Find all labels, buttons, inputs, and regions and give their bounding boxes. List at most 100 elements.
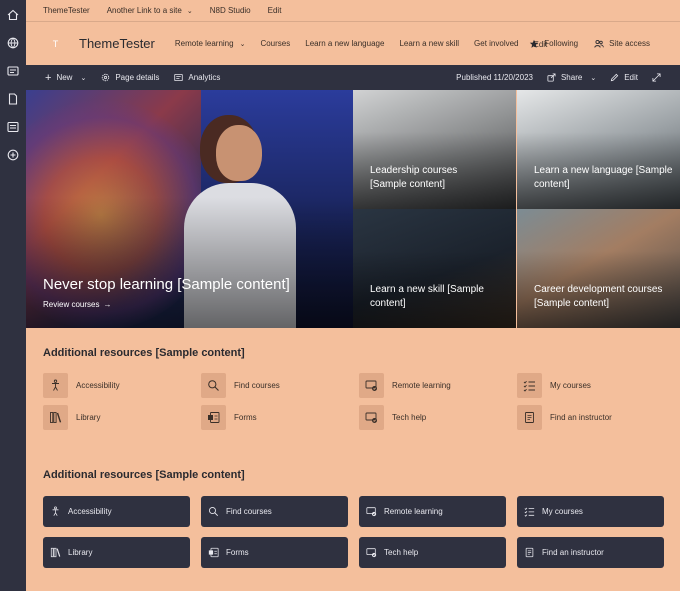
hero-tile-title: Learn a new skill [Sample content] (370, 284, 484, 309)
search-icon (201, 373, 226, 398)
hero-tile-title: Career development courses [Sample conte… (534, 284, 663, 309)
forms-icon (208, 547, 219, 558)
quick-link-find-instructor[interactable]: Find an instructor (517, 405, 612, 430)
command-bar: + New ⌄ Page details Analytics Published… (26, 65, 680, 90)
list-icon[interactable] (5, 119, 21, 135)
quick-link-remote-learning[interactable]: Remote learning (359, 373, 451, 398)
quick-link-button-my-courses[interactable]: My courses (517, 496, 664, 527)
chevron-down-icon: ⌄ (239, 40, 246, 48)
hub-item-label: Edit (267, 6, 282, 15)
page-details-label: Page details (115, 73, 160, 82)
site-access-button[interactable]: Site access (594, 39, 650, 49)
hero-main-title: Never stop learning [Sample content] (43, 276, 290, 293)
site-actions: Following Site access (529, 22, 650, 65)
new-button[interactable]: + New ⌄ (45, 72, 86, 84)
quick-link-label: Remote learning (384, 507, 443, 516)
review-courses-link[interactable]: Review courses → (43, 300, 111, 309)
analytics-icon (174, 73, 184, 82)
quick-link-button-find-instructor[interactable]: Find an instructor (517, 537, 664, 568)
edit-label: Edit (624, 73, 638, 82)
tech-help-icon (366, 548, 377, 558)
nav-item-learn-language[interactable]: Learn a new language (305, 39, 384, 48)
share-icon (547, 73, 556, 82)
hero-tile-career[interactable]: Career development courses [Sample conte… (517, 209, 680, 328)
following-button[interactable]: Following (529, 39, 578, 49)
resources-title: Additional resources [Sample content] (43, 469, 245, 481)
accessibility-icon (43, 373, 68, 398)
quick-link-my-courses[interactable]: My courses (517, 373, 591, 398)
arrow-right-icon: → (103, 300, 112, 309)
analytics-label: Analytics (188, 73, 221, 82)
nav-item-label: Courses (260, 39, 291, 48)
nav-item-label: Learn a new skill (399, 39, 460, 48)
hero-tile-language[interactable]: Learn a new language [Sample content] (517, 90, 680, 209)
site-header: T ThemeTester Remote learning ⌄ Courses L… (26, 22, 680, 65)
instructor-icon (525, 547, 534, 558)
app-rail (0, 0, 26, 591)
quick-link-button-library[interactable]: Library (43, 537, 190, 568)
quick-link-label: Library (68, 548, 93, 557)
chevron-down-icon: ⌄ (186, 7, 193, 15)
hub-item-another-link[interactable]: Another Link to a site ⌄ (107, 6, 193, 15)
quick-link-button-find-courses[interactable]: Find courses (201, 496, 348, 527)
chevron-down-icon: ⌄ (80, 74, 87, 82)
edit-button[interactable]: Edit (610, 73, 638, 82)
site-access-label: Site access (609, 39, 650, 48)
quick-link-button-remote-learning[interactable]: Remote learning (359, 496, 506, 527)
quick-link-label: Library (76, 413, 101, 422)
hero-main-tile[interactable]: Never stop learning [Sample content] Rev… (26, 90, 353, 328)
tech-help-icon (359, 405, 384, 430)
add-icon[interactable] (5, 147, 21, 163)
forms-icon (201, 405, 226, 430)
checklist-icon (524, 507, 535, 517)
nav-item-get-involved[interactable]: Get involved (474, 39, 518, 48)
quick-link-label: Accessibility (76, 381, 120, 390)
share-label: Share (560, 73, 583, 82)
hero-tile-skill[interactable]: Learn a new skill [Sample content] (353, 209, 516, 328)
library-icon (43, 405, 68, 430)
quick-link-button-accessibility[interactable]: Accessibility (43, 496, 190, 527)
hub-item-n8d-studio[interactable]: N8D Studio (210, 6, 251, 15)
star-icon (530, 39, 539, 48)
quick-link-label: Find an instructor (550, 413, 612, 422)
nav-item-courses[interactable]: Courses (260, 39, 290, 48)
news-icon[interactable] (5, 63, 21, 79)
hub-item-home[interactable]: ThemeTester (43, 6, 90, 15)
site-logo[interactable]: T (49, 37, 62, 50)
page-details-button[interactable]: Page details (101, 73, 159, 82)
search-icon (209, 507, 219, 517)
quick-link-tech-help[interactable]: Tech help (359, 405, 426, 430)
hero-tile-leadership[interactable]: Leadership courses [Sample content] (353, 90, 516, 209)
quick-link-library[interactable]: Library (43, 405, 100, 430)
nav-item-label: Learn a new language (305, 39, 385, 48)
share-button[interactable]: Share ⌄ (547, 73, 596, 82)
quick-link-label: Find courses (226, 507, 272, 516)
quick-link-button-forms[interactable]: Forms (201, 537, 348, 568)
plus-icon: + (45, 71, 52, 84)
accessibility-icon (52, 506, 59, 516)
nav-item-remote-learning[interactable]: Remote learning ⌄ (175, 39, 246, 48)
hub-item-label: N8D Studio (209, 6, 251, 15)
expand-button[interactable] (652, 73, 661, 82)
remote-learning-icon (359, 373, 384, 398)
review-courses-label: Review courses (43, 300, 100, 309)
following-label: Following (544, 39, 579, 48)
resources-title: Additional resources [Sample content] (43, 347, 245, 359)
chevron-down-icon: ⌄ (590, 74, 597, 82)
home-icon[interactable] (5, 7, 21, 23)
hero-tile-title: Learn a new language [Sample content] (534, 165, 673, 190)
analytics-button[interactable]: Analytics (174, 73, 220, 82)
quick-link-accessibility[interactable]: Accessibility (43, 373, 120, 398)
quick-link-button-tech-help[interactable]: Tech help (359, 537, 506, 568)
document-icon[interactable] (5, 91, 21, 107)
globe-icon[interactable] (5, 35, 21, 51)
quick-link-find-courses[interactable]: Find courses (201, 373, 280, 398)
remote-learning-icon (366, 507, 377, 517)
quick-link-forms[interactable]: Forms (201, 405, 257, 430)
library-icon (50, 547, 61, 558)
site-title[interactable]: ThemeTester (79, 36, 155, 51)
hub-edit-link[interactable]: Edit (268, 6, 282, 15)
hub-item-label: ThemeTester (43, 6, 90, 15)
nav-item-learn-skill[interactable]: Learn a new skill (399, 39, 459, 48)
hub-item-label: Another Link to a site (106, 6, 182, 15)
